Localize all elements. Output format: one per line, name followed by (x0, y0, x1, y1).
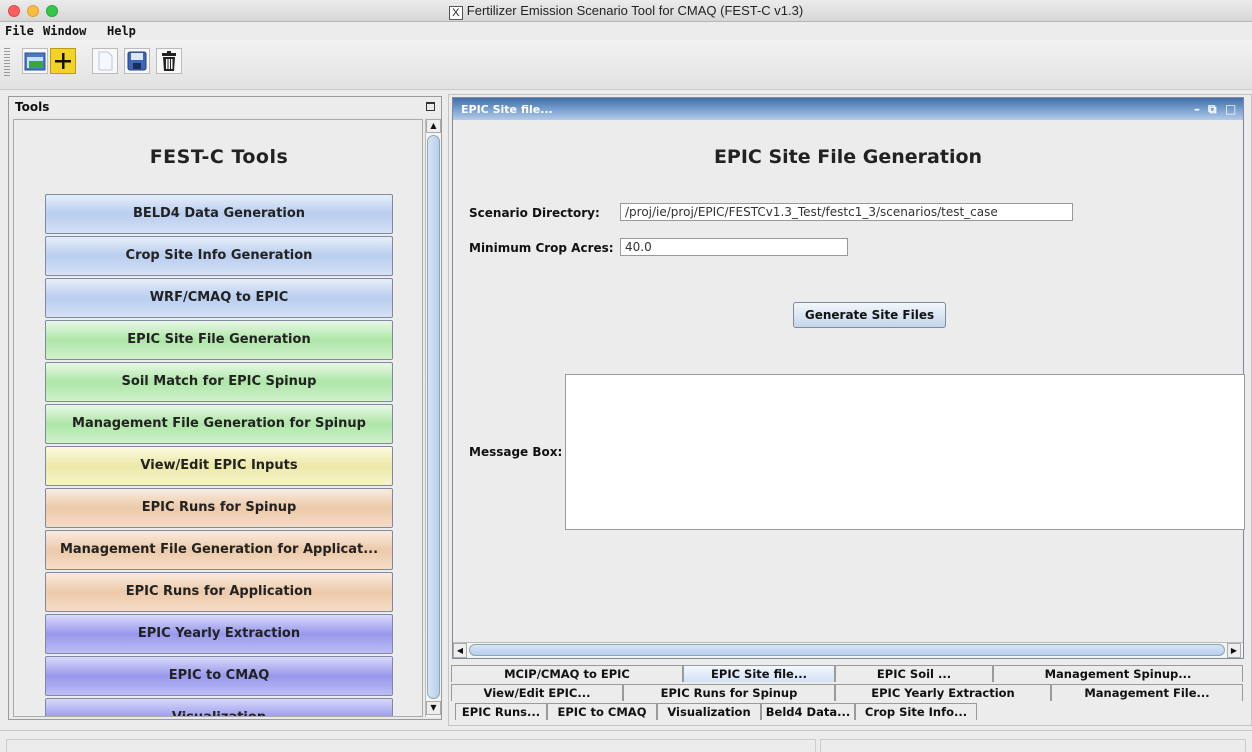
tools-vertical-scrollbar[interactable]: ▲ ▼ (425, 119, 441, 717)
menu-help[interactable]: Help (107, 24, 136, 38)
site-file-heading: EPIC Site File Generation (713, 146, 983, 168)
minimum-crop-acres-field[interactable]: 40.0 (620, 238, 848, 256)
menu-file[interactable]: File (5, 24, 34, 38)
save-button[interactable] (124, 48, 150, 74)
epic-site-file-window: EPIC Site file... – ⧉ □ EPIC Site File G… (452, 97, 1245, 659)
scroll-down-icon[interactable]: ▼ (426, 701, 441, 715)
toolbar (0, 40, 1252, 90)
scenario-directory-field[interactable]: /proj/ie/proj/EPIC/FESTCv1.3_Test/festc1… (620, 203, 1073, 221)
status-segment-right (820, 739, 1246, 752)
tab-epic-soil[interactable]: EPIC Soil ... (835, 665, 993, 682)
window-title-container: X Fertilizer Emission Scenario Tool for C… (0, 3, 1252, 20)
tool-beld4-data-generation[interactable]: BELD4 Data Generation (45, 194, 393, 234)
tab-epic-to-cmaq[interactable]: EPIC to CMAQ (547, 703, 657, 720)
x11-app-icon: X (448, 6, 463, 20)
status-bar (0, 730, 1252, 752)
message-box-label: Message Box: (469, 445, 563, 459)
generate-site-files-button[interactable]: Generate Site Files (793, 302, 946, 328)
tab-visualization[interactable]: Visualization (657, 703, 761, 720)
restore-icon[interactable]: ⧉ (1208, 102, 1217, 117)
tool-management-file-spinup[interactable]: Management File Generation for Spinup (45, 404, 393, 444)
add-icon (55, 53, 71, 69)
tab-crop-site-info[interactable]: Crop Site Info... (855, 703, 977, 720)
minimum-crop-acres-label: Minimum Crop Acres: (469, 241, 614, 255)
save-icon (127, 51, 147, 71)
tools-title: FEST-C Tools (149, 146, 289, 168)
maximize-icon[interactable] (426, 102, 435, 111)
open-button[interactable] (22, 48, 48, 74)
scroll-thumb[interactable] (427, 135, 440, 699)
menu-window[interactable]: Window (43, 24, 86, 38)
tools-panel-title: Tools (15, 100, 50, 114)
tools-panel: Tools FEST-C Tools BELD4 Data Generation… (8, 96, 442, 720)
tab-management-file[interactable]: Management File... (1051, 684, 1243, 701)
tools-list-viewport: FEST-C Tools BELD4 Data Generation Crop … (13, 119, 423, 717)
tab-beld4-data[interactable]: Beld4 Data... (761, 703, 855, 720)
tool-wrf-cmaq-to-epic[interactable]: WRF/CMAQ to EPIC (45, 278, 393, 318)
internal-window-titlebar[interactable]: EPIC Site file... – ⧉ □ (453, 98, 1243, 120)
trash-icon (162, 51, 176, 71)
tab-epic-runs-spinup[interactable]: EPIC Runs for Spinup (623, 684, 835, 701)
tool-epic-yearly-extraction[interactable]: EPIC Yearly Extraction (45, 614, 393, 654)
tool-crop-site-info-generation[interactable]: Crop Site Info Generation (45, 236, 393, 276)
scroll-up-icon[interactable]: ▲ (426, 119, 441, 133)
tool-epic-to-cmaq[interactable]: EPIC to CMAQ (45, 656, 393, 696)
menu-bar: File Window Help (0, 22, 1252, 40)
tab-epic-runs[interactable]: EPIC Runs... (455, 703, 547, 720)
minimize-icon[interactable]: – (1194, 102, 1200, 116)
tool-view-edit-epic-inputs[interactable]: View/Edit EPIC Inputs (45, 446, 393, 486)
tab-epic-yearly-extraction[interactable]: EPIC Yearly Extraction (835, 684, 1051, 701)
window-title: Fertilizer Emission Scenario Tool for CM… (466, 3, 804, 18)
status-segment-left (6, 739, 816, 752)
tab-mcip-cmaq-to-epic[interactable]: MCIP/CMAQ to EPIC (451, 665, 683, 682)
title-bar: X Fertilizer Emission Scenario Tool for C… (0, 0, 1252, 22)
maximize-window-icon[interactable]: □ (1225, 102, 1236, 116)
document-icon (98, 51, 113, 71)
tool-visualization[interactable]: Visualization (45, 698, 393, 716)
scroll-right-icon[interactable]: ▶ (1227, 643, 1241, 658)
horizontal-scrollbar[interactable]: ◀ ▶ (453, 642, 1243, 658)
delete-button[interactable] (156, 48, 182, 74)
message-box[interactable] (565, 374, 1245, 530)
toolbar-grip[interactable] (4, 48, 10, 78)
horizontal-scroll-thumb[interactable] (469, 644, 1225, 656)
tool-management-file-application[interactable]: Management File Generation for Applicat.… (45, 530, 393, 570)
tab-management-spinup[interactable]: Management Spinup... (993, 665, 1243, 682)
tool-epic-site-file-generation[interactable]: EPIC Site File Generation (45, 320, 393, 360)
scenario-directory-label: Scenario Directory: (469, 206, 600, 220)
scroll-left-icon[interactable]: ◀ (453, 643, 467, 658)
tab-view-edit-epic[interactable]: View/Edit EPIC... (451, 684, 623, 701)
tool-soil-match-spinup[interactable]: Soil Match for EPIC Spinup (45, 362, 393, 402)
tab-epic-site-file[interactable]: EPIC Site file... (683, 665, 835, 682)
tool-epic-runs-spinup[interactable]: EPIC Runs for Spinup (45, 488, 393, 528)
tool-epic-runs-application[interactable]: EPIC Runs for Application (45, 572, 393, 612)
internal-window-title: EPIC Site file... (461, 103, 553, 116)
new-document-button[interactable] (92, 48, 118, 74)
tools-panel-header: Tools (9, 97, 441, 117)
folder-open-icon (24, 52, 46, 71)
add-button[interactable] (50, 48, 76, 74)
